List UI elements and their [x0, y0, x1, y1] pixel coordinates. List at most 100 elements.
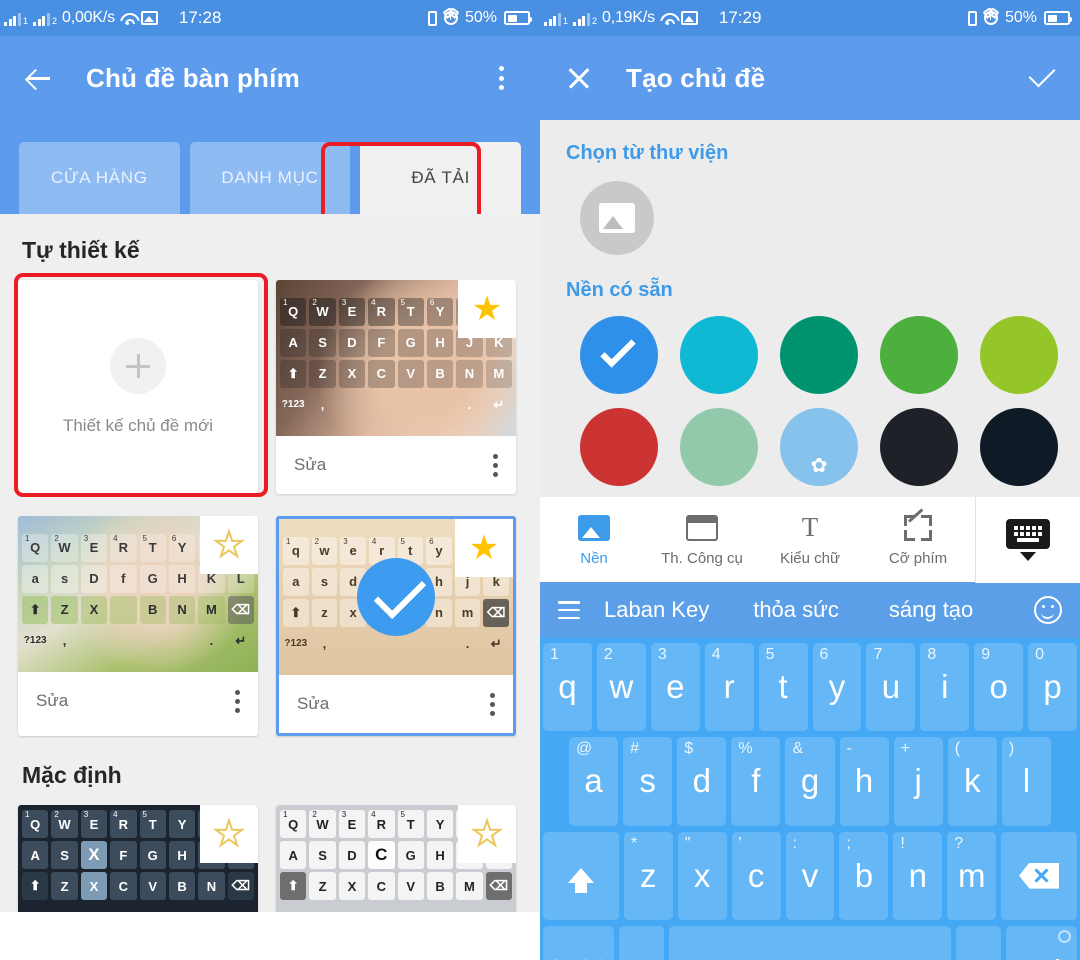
back-button[interactable] [22, 61, 56, 95]
tab-catalog[interactable]: DANH MỤC [189, 142, 351, 214]
color-swatch[interactable] [880, 316, 958, 394]
close-button[interactable] [562, 61, 596, 95]
card-overflow-button[interactable] [493, 453, 498, 477]
theme-card-footer: Sửa [18, 672, 258, 730]
theme-card[interactable]: 1Q 2W 3E 4R 5T 6Y 7U A S [276, 280, 516, 494]
key-m[interactable]: ? m [947, 831, 997, 920]
card-overflow-button[interactable] [235, 689, 240, 713]
theme-card-selected[interactable]: 1q 2w 3e 4r 5t 6y 7u i a s [276, 516, 516, 736]
check-icon [1026, 63, 1056, 93]
theme-grid-row-1: Thiết kế chủ đề mới 1Q 2W 3E 4R 5 T 6 Y … [0, 280, 540, 494]
key-q[interactable]: 1q [543, 643, 592, 732]
key-v[interactable]: :v [785, 831, 835, 920]
suggestion-3[interactable]: sáng tạo [889, 597, 973, 623]
theme-card-footer: Sửa [279, 675, 513, 733]
confirm-button[interactable] [1024, 61, 1058, 95]
favorite-badge[interactable]: ★ [200, 805, 258, 863]
pick-from-gallery-button[interactable] [580, 181, 654, 255]
battery-icon [1044, 11, 1072, 25]
screenshot-icon [680, 11, 698, 25]
key-symbols[interactable]: ?123 [543, 925, 614, 960]
key-shift[interactable] [543, 831, 619, 920]
key-backspace[interactable] [1001, 831, 1077, 920]
key-h[interactable]: -h [839, 737, 889, 826]
theme-card-default-light[interactable]: 1Q 2W 3E 4R 5T Y U A S [276, 805, 516, 912]
overflow-menu-button[interactable] [484, 61, 518, 95]
edit-label[interactable]: Sửa [36, 691, 68, 711]
status-clock: 17:29 [718, 8, 762, 27]
tab-store[interactable]: CỬA HÀNG [19, 142, 180, 214]
favorite-badge[interactable]: ★ [455, 519, 513, 577]
key-d[interactable]: $ d [677, 737, 727, 826]
color-swatch[interactable] [980, 316, 1058, 394]
suggestion-bar: Laban Key thỏa sức sáng tạo [540, 582, 1080, 638]
theme-grid-row-2: 1Q 2W 3E 4R 5T 6Y 7U a s [0, 516, 540, 736]
color-swatch[interactable] [580, 408, 658, 486]
key-period[interactable]: . [956, 925, 1002, 960]
color-swatch[interactable] [680, 316, 758, 394]
toolbar-label: Th. Công cụ [661, 549, 743, 567]
color-swatch-selected[interactable] [580, 316, 658, 394]
star-outline-icon: ★ [471, 815, 504, 853]
key-comma[interactable]: , [618, 925, 664, 960]
key-u[interactable]: 7u [866, 643, 916, 732]
status-bar-left: 1 2 0,00K/s 17:28 50% [0, 0, 540, 36]
key-o[interactable]: 9o [974, 643, 1024, 732]
preview-row: ⬆ Z X B N M ⌫ [22, 595, 254, 624]
key-b[interactable]: ; b [839, 831, 889, 920]
edit-label[interactable]: Sửa [294, 455, 326, 475]
key-enter[interactable] [1006, 925, 1077, 960]
key-k[interactable]: (k [947, 737, 997, 826]
color-swatch[interactable] [680, 408, 758, 486]
key-e[interactable]: 3e [650, 643, 700, 732]
theme-card-default-dark[interactable]: 1Q 2W 3E 4R 5T Y U A S [18, 805, 258, 912]
theme-thumbnail: 1Q 2W 3E 4R 5T 6Y 7U A S [276, 280, 516, 436]
theme-thumbnail: 1Q 2W 3E 4R 5T 6Y 7U a s [18, 516, 258, 672]
menu-icon[interactable] [558, 601, 580, 619]
key-f[interactable]: % f [731, 737, 781, 826]
key-j[interactable]: + j [893, 737, 943, 826]
toolbar-item-background[interactable]: Nền [540, 513, 648, 567]
color-swatch[interactable] [980, 408, 1058, 486]
key-y[interactable]: 6y [812, 643, 862, 732]
create-new-theme-card[interactable]: Thiết kế chủ đề mới [18, 280, 258, 494]
theme-grid-row-3: 1Q 2W 3E 4R 5T Y U A S [0, 805, 540, 912]
left-pane-keyboard-themes: 1 2 0,00K/s 17:28 50% Chủ đề bàn phím CỬ… [0, 0, 540, 960]
key-space[interactable] [668, 925, 951, 960]
card-overflow-button[interactable] [490, 692, 495, 716]
key-l[interactable]: ) l [1001, 737, 1051, 826]
suggestion-1[interactable]: Laban Key [604, 597, 709, 623]
hide-keyboard-button[interactable] [976, 497, 1080, 583]
key-c[interactable]: ' c [731, 831, 781, 920]
favorite-badge[interactable]: ★ [200, 516, 258, 574]
color-swatch[interactable]: ✿ [780, 408, 858, 486]
key-w[interactable]: 2w [596, 643, 646, 732]
key-z[interactable]: * z [623, 831, 673, 920]
key-s[interactable]: # s [623, 737, 673, 826]
theme-card[interactable]: 1Q 2W 3E 4R 5T 6Y 7U a s [18, 516, 258, 736]
network-speed: 0,00K/s [62, 9, 115, 26]
toolbar-label: Nền [580, 549, 608, 567]
key-x[interactable]: " x [677, 831, 727, 920]
key-t[interactable]: 5t [758, 643, 808, 732]
key-g[interactable]: & g [785, 737, 835, 826]
color-swatch[interactable] [880, 408, 958, 486]
tab-downloaded[interactable]: ĐÃ TẢI [360, 142, 522, 214]
toolbar-item-font-style[interactable]: T Kiểu chữ [756, 513, 864, 567]
key-n[interactable]: ! n [893, 831, 943, 920]
edit-label[interactable]: Sửa [297, 694, 329, 714]
key-p[interactable]: 0p [1028, 643, 1078, 732]
color-swatch[interactable] [780, 316, 858, 394]
toolbar-item-key-size[interactable]: Cỡ phím [864, 507, 972, 567]
key-r[interactable]: 4r [704, 643, 754, 732]
key-i[interactable]: 8i [920, 643, 970, 732]
preview-row: ?123 , . ↵ [281, 396, 505, 413]
favorite-badge[interactable]: ★ [458, 805, 516, 863]
favorite-badge[interactable]: ★ [458, 280, 516, 338]
key-a[interactable]: @ a [569, 737, 619, 826]
toolbar-item-toolbar[interactable]: Th. Công cụ [648, 513, 756, 567]
emoji-icon[interactable] [1034, 596, 1062, 624]
snowflake-icon: ✿ [810, 455, 828, 477]
suggestion-2[interactable]: thỏa sức [753, 597, 839, 623]
themes-scroll-area[interactable]: Tự thiết kế Thiết kế chủ đề mới 1 Q 2 W … [0, 214, 540, 912]
